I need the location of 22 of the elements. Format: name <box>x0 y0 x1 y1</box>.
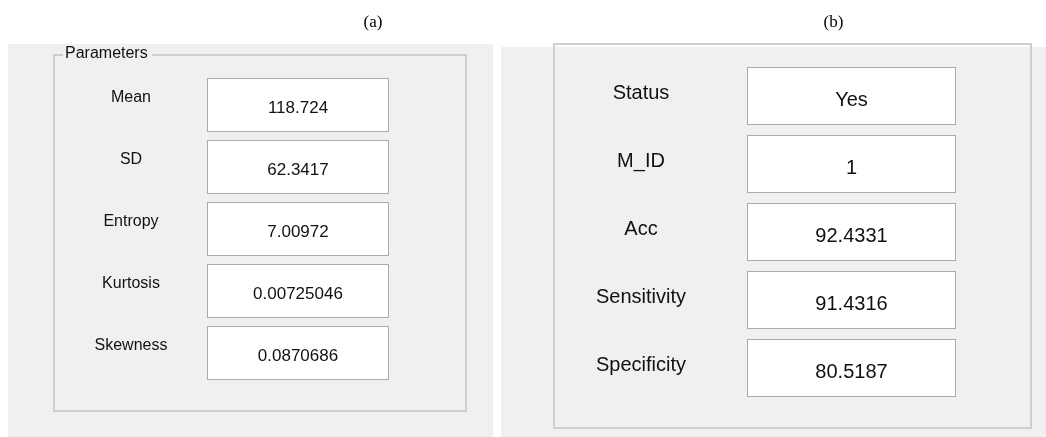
value-field[interactable]: 0.0870686 <box>207 326 389 380</box>
field-label: Acc <box>623 216 659 240</box>
figure-caption: (a) <box>363 12 383 32</box>
field-label: Mean <box>110 87 152 106</box>
field-label: Sensitivity <box>595 284 687 308</box>
field-label: Specificity <box>595 352 687 376</box>
value-field[interactable]: 91.4316 <box>747 271 956 329</box>
value-field[interactable]: 62.3417 <box>207 140 389 194</box>
field-label: Kurtosis <box>101 273 161 292</box>
value-field[interactable]: 118.724 <box>207 78 389 132</box>
value-field[interactable]: Yes <box>747 67 956 125</box>
value-field[interactable]: 0.00725046 <box>207 264 389 318</box>
field-label: M_ID <box>616 148 666 172</box>
field-label: Entropy <box>102 211 160 230</box>
field-label: Skewness <box>93 335 169 354</box>
value-field[interactable]: 1 <box>747 135 956 193</box>
field-label: Status <box>611 80 671 104</box>
value-field[interactable]: 80.5187 <box>747 339 956 397</box>
figure-caption: (b) <box>823 12 844 32</box>
field-label: SD <box>118 149 144 168</box>
value-field[interactable]: 7.00972 <box>207 202 389 256</box>
value-field[interactable]: 92.4331 <box>747 203 956 261</box>
